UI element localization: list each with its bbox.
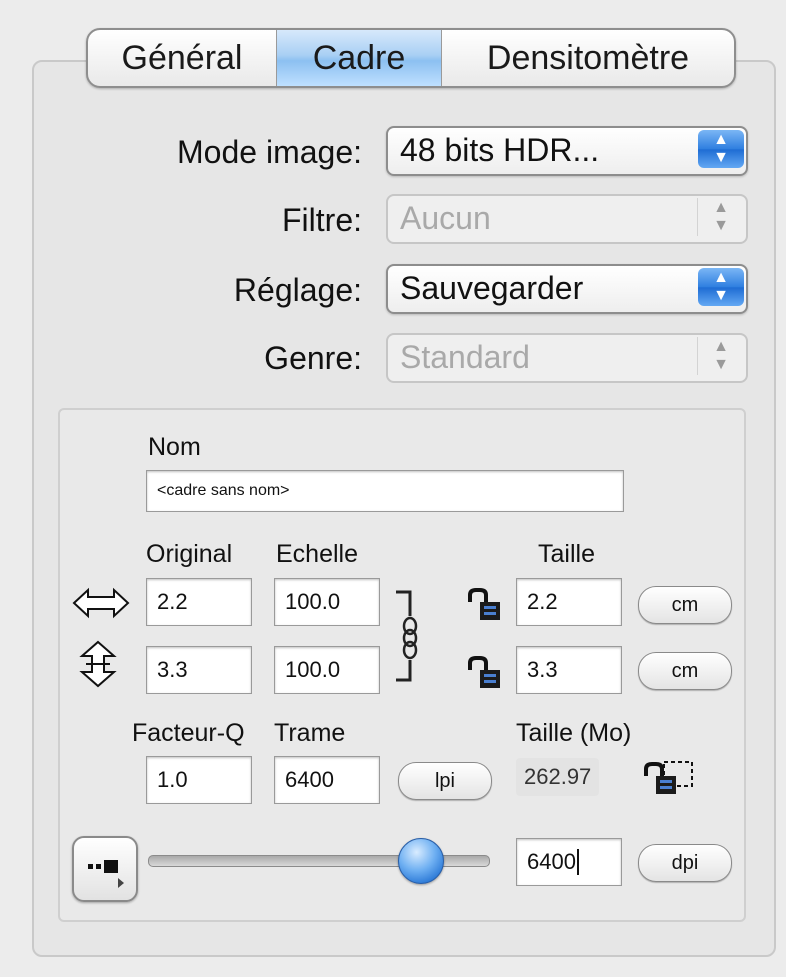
taille-label: Taille [538,540,595,568]
trame-input[interactable]: 6400 [274,756,380,804]
trame-unit-button[interactable]: lpi [398,762,492,800]
width-scale-input[interactable]: 100.0 [274,578,380,626]
horizontal-arrows-icon [72,587,130,619]
popup-arrows-icon: ▲ ▼ [697,198,744,236]
resolution-unit-button[interactable]: dpi [638,844,732,882]
mode-image-popup[interactable]: 48 bits HDR... ▲ ▼ [386,126,748,176]
reglage-value: Sauvegarder [400,270,584,306]
tab-densitometre[interactable]: Densitomètre [442,30,734,86]
trame-label: Trame [274,719,346,747]
original-label: Original [146,540,233,568]
padlock-open-icon[interactable] [466,588,504,622]
taille-mo-label: Taille (Mo) [516,719,632,747]
height-size-input[interactable]: 3.3 [516,646,622,694]
width-unit-button[interactable]: cm [638,586,732,624]
nom-label: Nom [148,433,201,461]
reglage-label: Réglage: [233,272,362,308]
echelle-label: Echelle [276,540,358,568]
filtre-value: Aucun [400,200,491,236]
mode-image-value: 48 bits HDR... [400,132,600,168]
popup-arrows-icon: ▲ ▼ [698,268,744,306]
resolution-slider-thumb[interactable] [398,838,444,884]
chain-link-icon[interactable] [394,588,420,684]
genre-popup[interactable]: Standard ▲ ▼ [386,333,748,383]
width-original-input[interactable]: 2.2 [146,578,252,626]
file-size-value: 262.97 [516,758,600,796]
height-scale-input[interactable]: 100.0 [274,646,380,694]
resolution-input[interactable]: 6400 [516,838,622,886]
filtre-label: Filtre: [282,202,362,238]
presets-menu-icon [88,860,124,888]
vertical-arrows-icon [79,640,117,688]
facteur-q-input[interactable]: 1.0 [146,756,252,804]
height-unit-button[interactable]: cm [638,652,732,690]
tab-cadre[interactable]: Cadre [277,30,442,86]
padlock-open-icon[interactable] [466,656,504,690]
padlock-file-size-icon[interactable] [642,758,698,800]
text-cursor [576,849,579,875]
width-size-input[interactable]: 2.2 [516,578,622,626]
mode-image-label: Mode image: [177,134,362,170]
popup-arrows-icon: ▲ ▼ [697,337,744,375]
nom-input[interactable]: <cadre sans nom> [146,470,624,512]
tab-bar: Général Cadre Densitomètre [86,28,736,88]
resolution-input-value: 6400 [527,849,576,874]
genre-value: Standard [400,339,530,375]
resolution-presets-button[interactable] [72,836,138,902]
facteur-q-label: Facteur-Q [132,719,245,747]
tab-general[interactable]: Général [88,30,277,86]
filtre-popup[interactable]: Aucun ▲ ▼ [386,194,748,244]
popup-arrows-icon: ▲ ▼ [698,130,744,168]
reglage-popup[interactable]: Sauvegarder ▲ ▼ [386,264,748,314]
height-original-input[interactable]: 3.3 [146,646,252,694]
genre-label: Genre: [264,340,362,376]
